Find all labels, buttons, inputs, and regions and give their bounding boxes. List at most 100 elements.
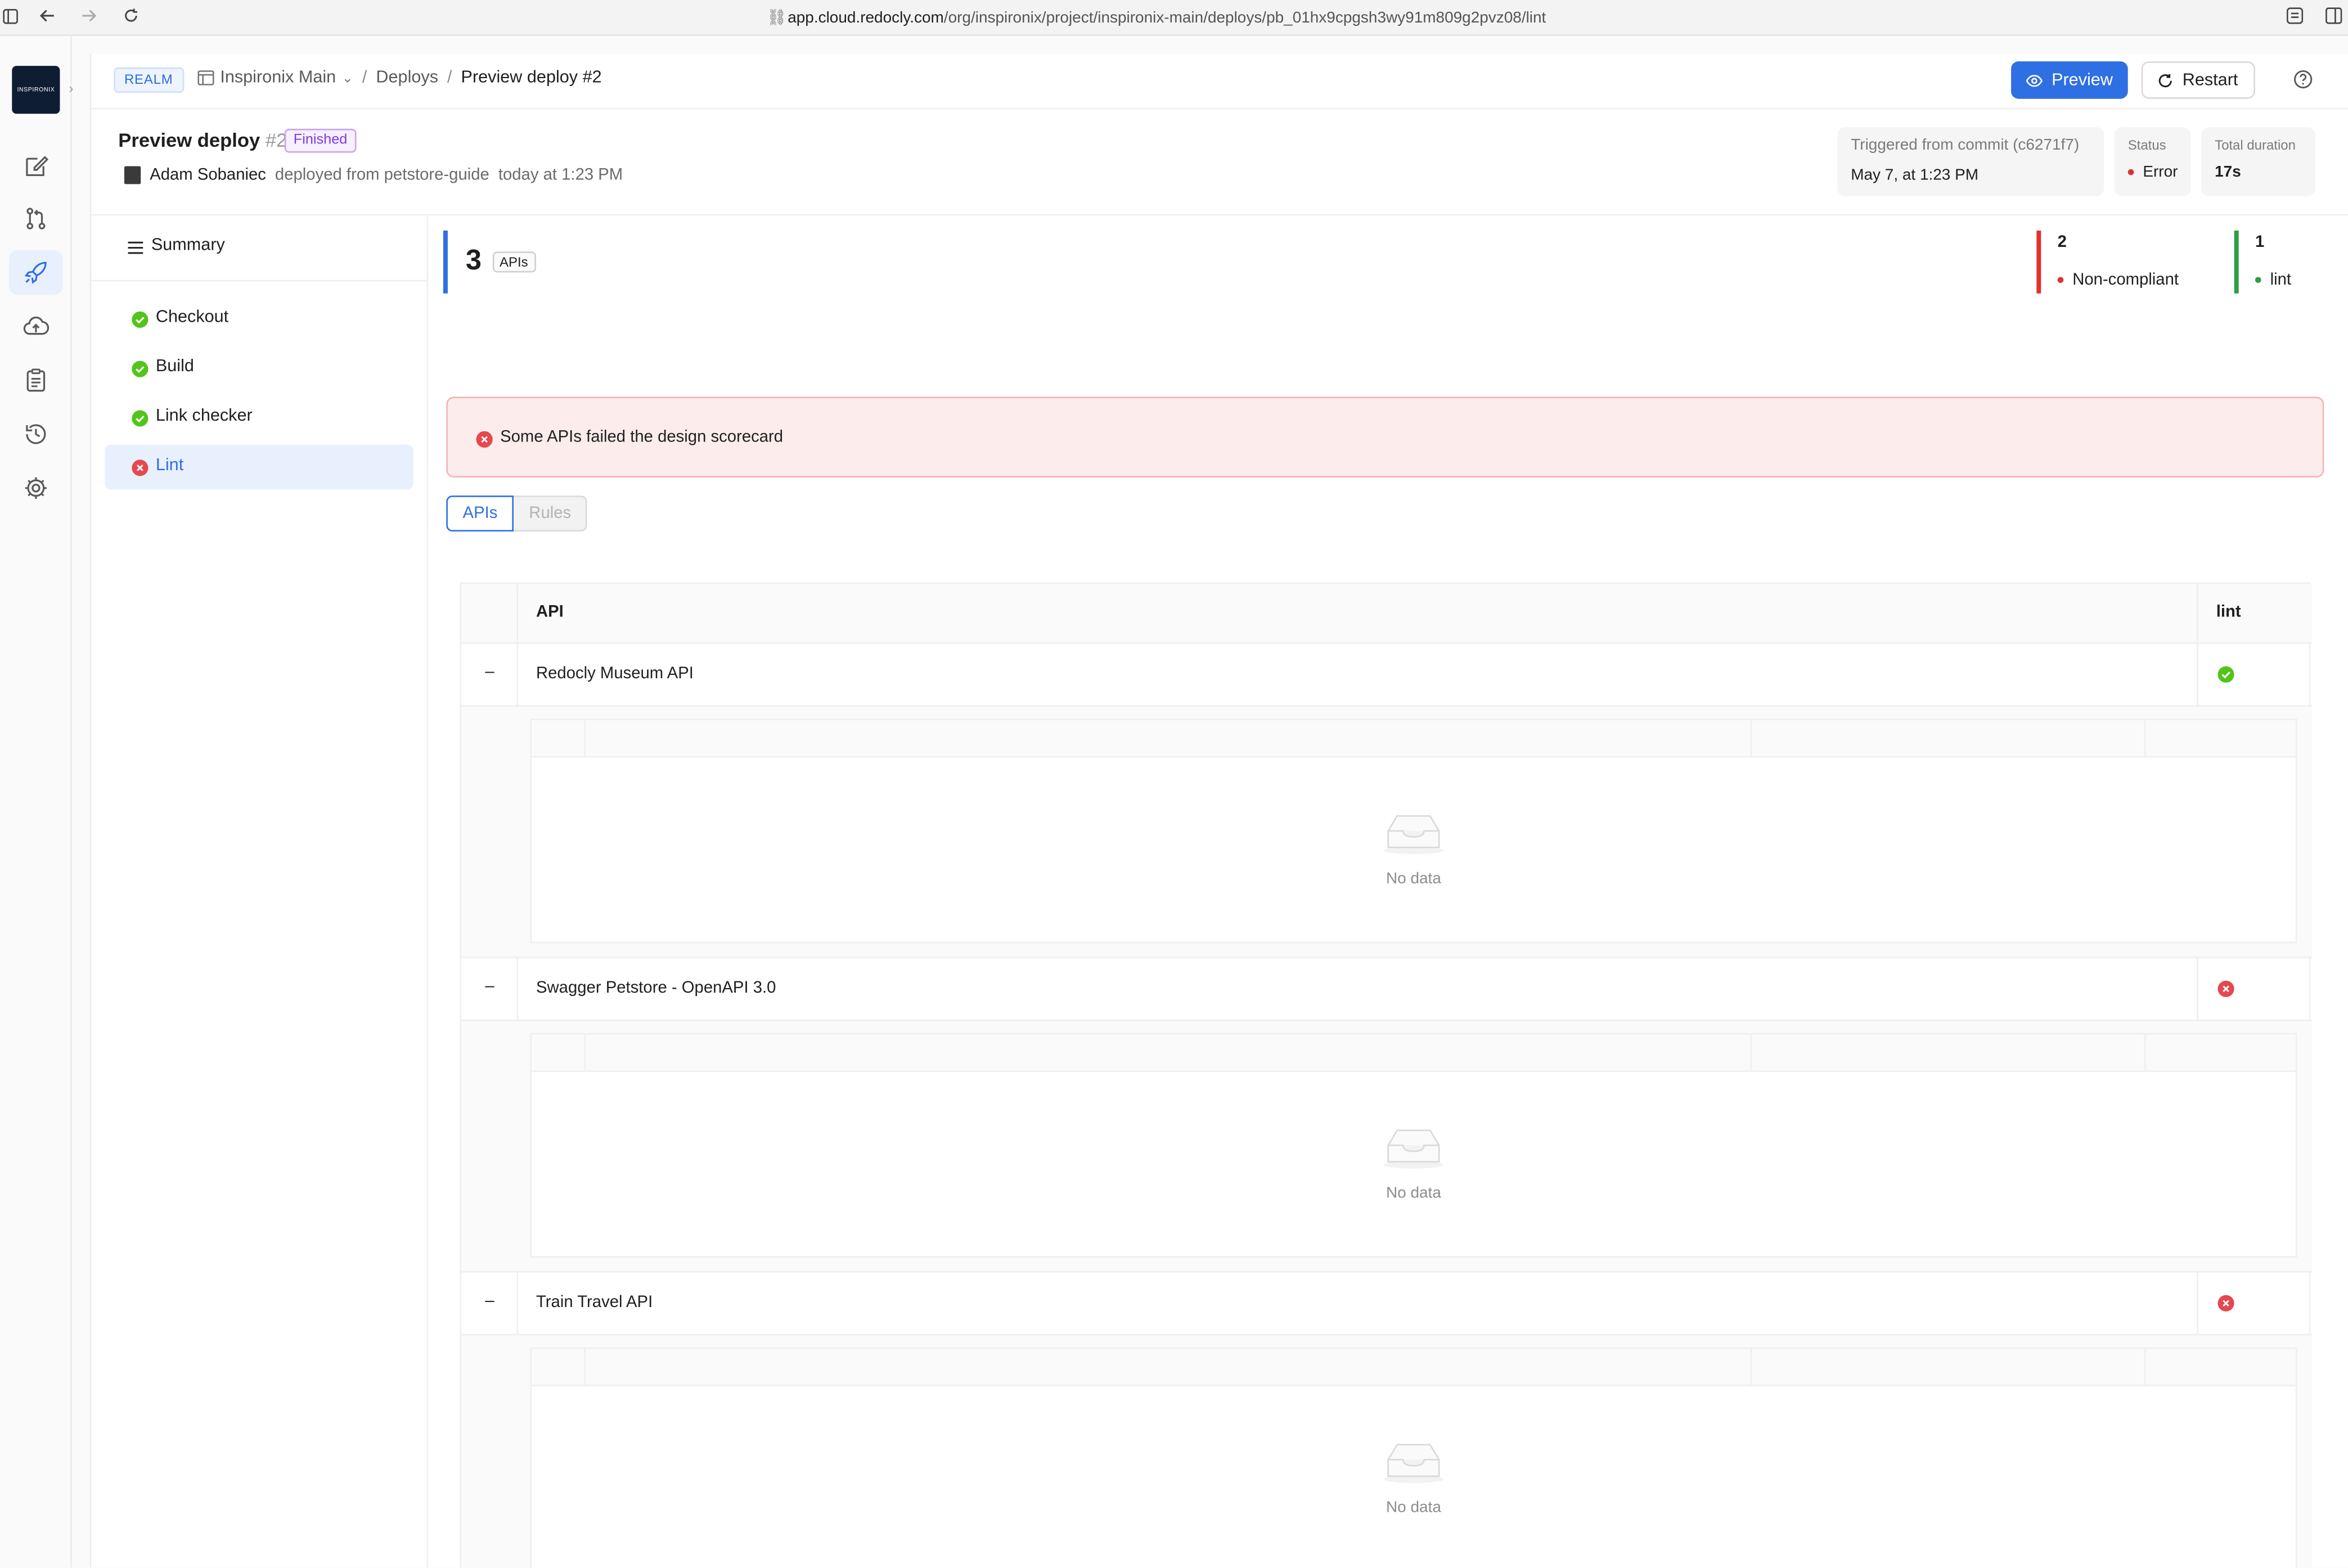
error-dot-icon [2057, 277, 2064, 283]
empty-inbox-icon [1383, 1444, 1444, 1483]
expand-rail-icon[interactable]: › [69, 81, 80, 96]
url-path: /org/inspironix/project/inspironix-main/… [943, 8, 1546, 27]
nested-table-header [532, 720, 2296, 758]
lint-content: 3 APIs 2 Non-compliant 1 lint Some APIs … [428, 215, 2348, 1568]
duration-label: Total duration [2215, 137, 2296, 153]
tab-rules[interactable]: Rules [514, 495, 588, 532]
address-bar[interactable]: ⛓ app.cloud.redocly.com/org/inspironix/pr… [767, 7, 1546, 28]
stat-noncompliant: 2 Non-compliant [2036, 230, 2179, 294]
rail-scorecard[interactable] [9, 358, 63, 403]
summary-item[interactable]: Summary [91, 215, 429, 282]
project-icon [197, 70, 214, 85]
step-link-checker[interactable]: Link checker [105, 395, 413, 440]
no-data-text: No data [1386, 869, 1441, 888]
check-circle-icon [132, 361, 149, 377]
right-sidebar-icon[interactable] [2323, 7, 2343, 28]
column-header-lint: lint [2216, 603, 2241, 621]
empty-inbox-icon [1383, 815, 1444, 854]
realm-badge: REALM [114, 67, 184, 93]
duration-value: 17s [2215, 163, 2241, 182]
org-logo-text: INSPIRONIX [17, 85, 55, 93]
help-icon[interactable] [2293, 69, 2314, 89]
collapse-toggle[interactable]: – [482, 1292, 497, 1310]
reload-icon[interactable] [120, 7, 141, 28]
restart-button[interactable]: Restart [2141, 61, 2255, 99]
nested-table: No data [530, 1033, 2297, 1258]
expanded-row: No data [461, 1335, 2313, 1568]
rail-cloud[interactable] [9, 304, 63, 349]
rail-pull-requests[interactable] [9, 196, 63, 241]
column-divider [584, 1034, 586, 1072]
status-value-wrap: Error [2127, 163, 2178, 182]
forward-icon[interactable] [78, 7, 98, 28]
step-nav: Summary Checkout Build Link checker Lint [91, 215, 429, 1568]
restart-icon [2159, 73, 2173, 87]
chevron-down-icon: ⌄ [341, 69, 353, 85]
api-name: Redocly Museum API [536, 664, 694, 683]
empty-inbox-icon [1383, 1129, 1444, 1169]
error-dot-icon [2127, 169, 2134, 175]
table-row[interactable]: – Swagger Petstore - OpenAPI 3.0 [461, 958, 2313, 1021]
nested-table-header [532, 1349, 2296, 1387]
stat-lint: 1 lint [2234, 230, 2291, 294]
deploy-number: #2 [265, 128, 287, 151]
trigger-info: Triggered from commit (c6271f7) May 7, a… [1837, 127, 2104, 196]
collapse-toggle[interactable]: – [482, 663, 497, 681]
stat-label: Non-compliant [2072, 271, 2179, 289]
app-root: ⛓ app.cloud.redocly.com/org/inspironix/pr… [0, 0, 2348, 1568]
step-checkout[interactable]: Checkout [105, 296, 413, 341]
column-divider [584, 720, 586, 758]
duration-info: Total duration 17s [2201, 127, 2315, 196]
breadcrumb-deploys[interactable]: Deploys [376, 69, 438, 87]
project-name: Inspironix Main [220, 69, 336, 87]
column-divider [2144, 720, 2146, 758]
collapse-toggle[interactable]: – [482, 977, 497, 995]
org-logo[interactable]: INSPIRONIX [12, 66, 60, 114]
preview-button[interactable]: Preview [2011, 61, 2128, 99]
project-selector[interactable]: Inspironix Main ⌄ [197, 69, 353, 87]
no-data-text: No data [1386, 1498, 1441, 1517]
table-row[interactable]: – Redocly Museum API [461, 644, 2313, 707]
column-divider [2197, 958, 2198, 1021]
table-row[interactable]: – Train Travel API [461, 1273, 2313, 1336]
column-divider [1750, 720, 1752, 758]
nested-table: No data [530, 718, 2297, 944]
error-circle-icon [476, 431, 493, 448]
api-name: Train Travel API [536, 1293, 653, 1312]
back-icon[interactable] [36, 7, 57, 28]
column-divider [2197, 1272, 2198, 1336]
column-divider [1750, 1034, 1752, 1072]
trigger-label: Triggered from commit (c6271f7) [1851, 136, 2080, 155]
deploy-meta: Adam Sobaniec deployed from petstore-gui… [124, 166, 623, 184]
status-badge: Finished [284, 128, 357, 153]
deploy-title: Preview deploy [118, 128, 260, 151]
step-label: Lint [155, 456, 184, 475]
reader-icon[interactable] [2284, 7, 2305, 28]
column-divider [2197, 643, 2198, 707]
settings-icon [25, 477, 47, 499]
page-title: Preview deploy #2 [118, 129, 287, 151]
step-lint[interactable]: Lint [105, 444, 413, 490]
rail-settings[interactable] [9, 466, 63, 511]
column-divider [516, 1272, 519, 1336]
browser-bar: ⛓ app.cloud.redocly.com/org/inspironix/pr… [0, 0, 2348, 36]
rocket-icon [24, 262, 47, 284]
rail-deploys[interactable] [8, 250, 63, 295]
breadcrumb-separator: / [447, 69, 452, 87]
status-value: Error [2143, 163, 2178, 182]
apis-count: 3 APIs [443, 230, 536, 294]
left-rail: INSPIRONIX › [0, 35, 73, 1568]
tab-apis[interactable]: APIs [446, 495, 514, 532]
apis-count-number: 3 [465, 245, 482, 277]
apis-tag: APIs [492, 251, 536, 273]
stat-caption: Non-compliant [2057, 271, 2179, 289]
sidebar-toggle-icon[interactable] [0, 7, 21, 28]
rail-history[interactable] [9, 412, 63, 457]
nested-table-header [532, 1034, 2296, 1072]
stat-number: 1 [2255, 233, 2265, 252]
rail-edit[interactable] [9, 144, 63, 189]
status-label: Status [2127, 137, 2166, 153]
step-build[interactable]: Build [105, 346, 413, 391]
column-divider [516, 958, 519, 1021]
deploy-source: deployed from petstore-guide [275, 166, 489, 184]
